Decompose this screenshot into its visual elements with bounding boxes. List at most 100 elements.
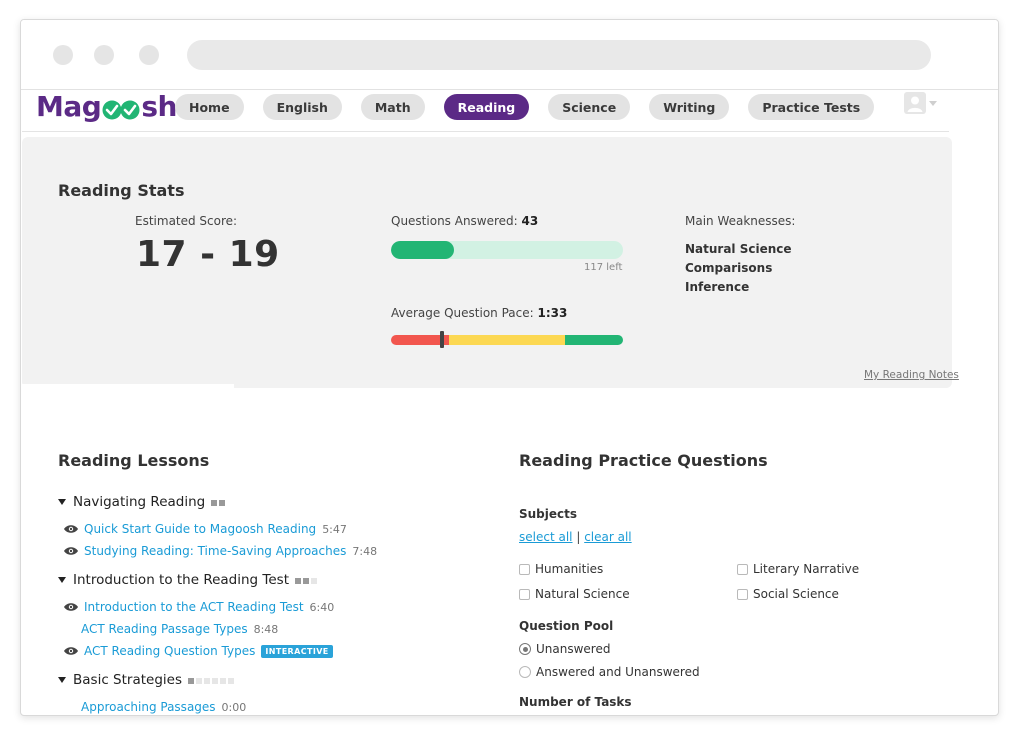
radio-button[interactable] bbox=[519, 666, 531, 678]
user-avatar-icon bbox=[904, 92, 926, 114]
eye-icon bbox=[64, 603, 78, 611]
clear-all-link[interactable]: clear all bbox=[584, 530, 631, 544]
questions-answered-value: 43 bbox=[521, 214, 539, 228]
nav-science[interactable]: Science bbox=[548, 94, 631, 120]
lesson-link[interactable]: Studying Reading: Time-Saving Approaches bbox=[84, 544, 346, 558]
lesson-section-introduction[interactable]: Introduction to the Reading Test bbox=[58, 572, 318, 588]
lesson-link[interactable]: Quick Start Guide to Magoosh Reading bbox=[84, 522, 316, 536]
lesson-duration: 8:48 bbox=[253, 622, 279, 636]
window-dot-minimize[interactable] bbox=[94, 45, 114, 65]
window-dot-close[interactable] bbox=[53, 45, 73, 65]
subject-checkbox-literary-narrative[interactable]: Literary Narrative bbox=[737, 562, 859, 576]
pace-bar-green bbox=[565, 335, 623, 345]
logo-check-icon bbox=[102, 95, 140, 120]
checkbox[interactable] bbox=[519, 563, 530, 575]
section-name: Basic Strategies bbox=[73, 672, 182, 688]
logo-text-right: sh bbox=[141, 89, 177, 123]
lesson-section-basic-strategies[interactable]: Basic Strategies bbox=[58, 672, 234, 688]
estimated-score-label: Estimated Score: bbox=[135, 214, 238, 228]
section-name: Introduction to the Reading Test bbox=[73, 572, 290, 588]
lesson-item[interactable]: Studying Reading: Time-Saving Approaches… bbox=[64, 544, 377, 558]
weakness-item: Natural Science bbox=[685, 242, 792, 256]
progress-squares bbox=[186, 672, 234, 688]
questions-answered-label: Questions Answered: bbox=[391, 214, 518, 228]
nav-reading[interactable]: Reading bbox=[443, 94, 530, 120]
lesson-link[interactable]: Introduction to the ACT Reading Test bbox=[84, 600, 304, 614]
answered-progress-fill bbox=[391, 241, 454, 259]
checkbox-label: Literary Narrative bbox=[753, 562, 860, 576]
main-nav: Home English Math Reading Science Writin… bbox=[175, 94, 875, 120]
eye-icon bbox=[64, 647, 78, 655]
lesson-item[interactable]: Introduction to the ACT Reading Test 6:4… bbox=[64, 600, 334, 614]
questions-answered: Questions Answered: 43 bbox=[391, 214, 538, 228]
pace-bar bbox=[391, 335, 623, 345]
weakness-item: Inference bbox=[685, 280, 750, 294]
interactive-badge: INTERACTIVE bbox=[261, 644, 333, 658]
subject-checkbox-natural-science[interactable]: Natural Science bbox=[519, 587, 630, 601]
caret-down-icon bbox=[58, 499, 66, 505]
nav-writing[interactable]: Writing bbox=[649, 94, 730, 120]
nav-home[interactable]: Home bbox=[175, 94, 244, 120]
subjects-label: Subjects bbox=[519, 507, 578, 521]
lesson-link[interactable]: ACT Reading Passage Types bbox=[81, 622, 248, 636]
lesson-duration: 5:47 bbox=[322, 522, 347, 536]
weakness-item: Comparisons bbox=[685, 261, 773, 275]
nav-math[interactable]: Math bbox=[360, 94, 425, 120]
lesson-link[interactable]: Approaching Passages bbox=[81, 700, 216, 714]
lesson-link[interactable]: ACT Reading Question Types bbox=[84, 644, 255, 658]
pace-marker bbox=[440, 331, 444, 348]
practice-title: Reading Practice Questions bbox=[519, 451, 768, 470]
nav-english[interactable]: English bbox=[262, 94, 342, 120]
magoosh-logo[interactable]: Mag sh bbox=[36, 89, 177, 123]
checkbox-label: Natural Science bbox=[535, 587, 630, 601]
weaknesses-list: Natural Science Comparisons Inference bbox=[685, 240, 792, 297]
checkbox-label: Social Science bbox=[753, 587, 839, 601]
select-separator: | bbox=[576, 530, 581, 544]
question-pool-label: Question Pool bbox=[519, 619, 614, 633]
caret-down-icon bbox=[58, 677, 66, 683]
eye-icon bbox=[64, 547, 78, 555]
panel-tab-notch bbox=[22, 384, 234, 390]
chevron-down-icon bbox=[929, 100, 937, 106]
window-dot-maximize[interactable] bbox=[139, 45, 159, 65]
section-name: Navigating Reading bbox=[73, 494, 206, 510]
eye-icon bbox=[64, 525, 78, 533]
pool-radio-answered-and-unanswered[interactable]: Answered and Unanswered bbox=[519, 665, 700, 679]
nav-practice-tests[interactable]: Practice Tests bbox=[748, 94, 875, 120]
logo-text-left: Mag bbox=[36, 89, 102, 123]
stats-title: Reading Stats bbox=[58, 181, 185, 200]
pace-bar-yellow bbox=[449, 335, 565, 345]
lesson-section-navigating[interactable]: Navigating Reading bbox=[58, 494, 226, 510]
select-all-link[interactable]: select all bbox=[519, 530, 573, 544]
radio-label: Unanswered bbox=[536, 642, 611, 656]
checkbox[interactable] bbox=[737, 588, 748, 600]
checkbox[interactable] bbox=[737, 563, 748, 575]
caret-down-icon bbox=[58, 577, 66, 583]
answered-progress-bar bbox=[391, 241, 623, 259]
average-pace-label: Average Question Pace: bbox=[391, 306, 534, 320]
lesson-duration: 0:00 bbox=[221, 700, 247, 714]
progress-squares bbox=[293, 572, 318, 588]
lesson-item[interactable]: ACT Reading Question Types INTERACTIVE bbox=[64, 644, 333, 658]
lesson-item[interactable]: Approaching Passages 0:00 bbox=[81, 700, 246, 714]
checkbox-label: Humanities bbox=[535, 562, 604, 576]
pool-radio-unanswered[interactable]: Unanswered bbox=[519, 642, 610, 656]
checkbox[interactable] bbox=[519, 588, 530, 600]
lesson-item[interactable]: ACT Reading Passage Types 8:48 bbox=[81, 622, 278, 636]
lesson-item[interactable]: Quick Start Guide to Magoosh Reading 5:4… bbox=[64, 522, 347, 536]
progress-squares bbox=[209, 494, 226, 510]
subject-select-links: select all | clear all bbox=[519, 530, 632, 544]
lesson-duration: 6:40 bbox=[309, 600, 335, 614]
user-menu[interactable] bbox=[904, 92, 937, 114]
average-pace-value: 1:33 bbox=[537, 306, 568, 320]
reading-notes-link[interactable]: My Reading Notes bbox=[864, 369, 959, 381]
address-bar[interactable] bbox=[187, 40, 931, 70]
questions-left: 117 left bbox=[584, 262, 623, 273]
radio-button[interactable] bbox=[519, 643, 531, 655]
radio-label: Answered and Unanswered bbox=[536, 665, 700, 679]
subject-checkbox-social-science[interactable]: Social Science bbox=[737, 587, 839, 601]
estimated-score-value: 17 - 19 bbox=[136, 234, 280, 275]
header-divider bbox=[22, 131, 949, 132]
subject-checkbox-humanities[interactable]: Humanities bbox=[519, 562, 603, 576]
average-pace: Average Question Pace: 1:33 bbox=[391, 306, 567, 320]
